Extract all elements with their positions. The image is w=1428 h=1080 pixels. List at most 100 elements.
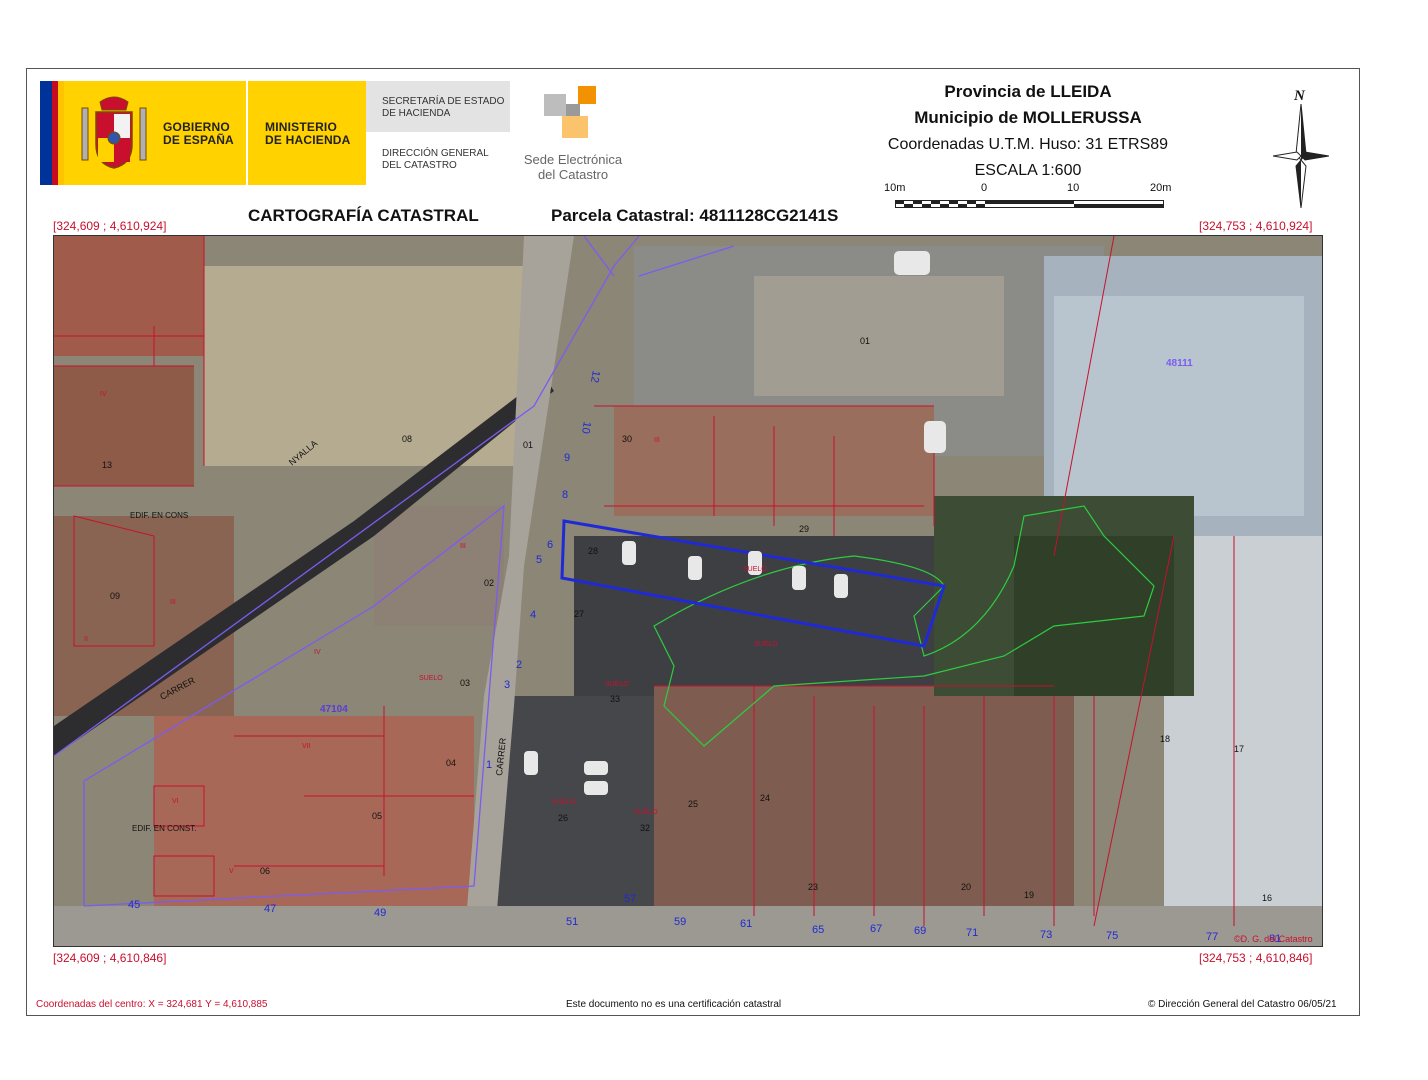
parcel-label: 01: [860, 336, 870, 346]
floor-label: VI: [172, 798, 179, 805]
floor-label: V: [229, 868, 234, 875]
suelo-label: SUELO: [634, 809, 658, 816]
parcel-label: 20: [961, 882, 971, 892]
parcel-id: Parcela Catastral: 4811128CG2141S: [551, 206, 839, 225]
scale-tick-10: 10: [1067, 182, 1080, 194]
scale-label: ESCALA 1:600: [974, 162, 1082, 179]
street-number: 69: [914, 925, 926, 937]
floor-label: II: [84, 636, 88, 643]
suelo-label: SUELO: [743, 566, 767, 573]
eu-flag-stripe: [40, 81, 52, 185]
street-number: 45: [128, 899, 140, 911]
sede-line-2: del Catastro: [537, 167, 609, 182]
footer-copyright: © Dirección General del Catastro 06/05/2…: [1148, 999, 1337, 1010]
street-number: 57: [624, 893, 636, 905]
street-number: 47: [264, 903, 276, 915]
suelo-label: SUELO: [552, 799, 576, 806]
corner-bottom-left: [324,609 ; 4,610,846]: [53, 951, 167, 965]
side-number: 4: [530, 609, 536, 621]
corner-top-left: [324,609 ; 4,610,924]: [53, 219, 167, 233]
center-coordinates: Coordenadas del centro: X = 324,681 Y = …: [36, 999, 268, 1010]
corner-top-right: [324,753 ; 4,610,924]: [1199, 219, 1313, 233]
parcel-label: 24: [760, 793, 770, 803]
suelo-label: SUELO: [754, 641, 778, 648]
cartography-title: CARTOGRAFÍA CATASTRAL: [248, 206, 479, 225]
parcel-label: 23: [808, 882, 818, 892]
secretariat-line-2: DE HACIENDA: [382, 108, 451, 119]
edif-label: EDIF. EN CONST.: [132, 824, 196, 833]
parcel-label: 04: [446, 758, 456, 768]
logo-separator: [246, 81, 248, 185]
coordinate-system: Coordenadas U.T.M. Huso: 31 ETRS89: [887, 136, 1169, 153]
floor-label: IV: [100, 391, 107, 398]
scale-tick-20m: 20m: [1150, 182, 1172, 194]
side-number: 2: [516, 659, 522, 671]
coat-of-arms-icon: [78, 94, 150, 177]
parcel-label: 02: [484, 578, 494, 588]
sede-electronica-label: Sede Electrónica del Catastro: [512, 152, 634, 182]
parcel-label: 27: [574, 609, 584, 619]
side-number: 9: [564, 452, 570, 464]
cadastral-map[interactable]: 48111 47104 01 30 29 28 27 33 02 03 04 0…: [53, 235, 1323, 947]
floor-label: III: [654, 437, 660, 444]
map-copyright: ©D. G. del Catastro: [1234, 934, 1313, 944]
municipality-title: Municipio de MOLLERUSSA: [914, 108, 1142, 127]
province-title: Provincia de LLEIDA: [944, 82, 1112, 101]
scale-bar: [895, 197, 1165, 215]
spain-flag-stripe: [52, 81, 64, 185]
block-label-48111: 48111: [1166, 358, 1193, 369]
floor-label: IV: [314, 649, 321, 656]
street-number: 73: [1040, 929, 1052, 941]
block-label-47104: 47104: [320, 704, 348, 715]
parcel-label: 05: [372, 811, 382, 821]
parcel-label: 01: [523, 440, 533, 450]
secretariat-line-1: SECRETARÍA DE ESTADO: [382, 96, 505, 107]
street-number: 61: [740, 918, 752, 930]
side-number: 3: [504, 679, 510, 691]
parcel-label: 16: [1262, 893, 1272, 903]
floor-label: III: [460, 543, 466, 550]
suelo-label: SUELO: [605, 681, 629, 688]
scale-tick-0: 0: [981, 182, 988, 194]
scale-tick-10m: 10m: [884, 182, 906, 194]
parcel-label: 13: [102, 460, 112, 470]
parcel-label: 03: [460, 678, 470, 688]
parcel-label: 08: [402, 434, 412, 444]
parcel-label: 18: [1160, 734, 1170, 744]
corner-bottom-right: [324,753 ; 4,610,846]: [1199, 951, 1313, 965]
side-number: 5: [536, 554, 542, 566]
parcel-label: 09: [110, 591, 120, 601]
street-number: 67: [870, 923, 882, 935]
side-number: 12: [588, 369, 602, 383]
parcel-label: 28: [588, 546, 598, 556]
parcel-label: 29: [799, 524, 809, 534]
parcel-label: 06: [260, 866, 270, 876]
gov-line-2: DE ESPAÑA: [163, 133, 234, 147]
street-number: 77: [1206, 931, 1218, 943]
floor-label: VII: [302, 743, 311, 750]
directorate-line-2: DEL CATASTRO: [382, 160, 457, 171]
parcel-label: 25: [688, 799, 698, 809]
side-number: 10: [579, 420, 593, 434]
suelo-label: SUELO: [419, 675, 443, 682]
street-number: 59: [674, 916, 686, 928]
parcel-label: 26: [558, 813, 568, 823]
sede-line-1: Sede Electrónica: [523, 152, 623, 167]
street-number: 65: [812, 924, 824, 936]
parcel-label: 17: [1234, 744, 1244, 754]
parcel-label: 32: [640, 823, 650, 833]
street-number: 75: [1106, 930, 1118, 942]
map-canvas: 48111 47104 01 30 29 28 27 33 02 03 04 0…: [54, 236, 1322, 946]
directorate-line-1: DIRECCIÓN GENERAL: [382, 148, 489, 159]
street-number: 49: [374, 907, 386, 919]
disclaimer: Este documento no es una certificación c…: [566, 999, 782, 1010]
catastro-logo-icon: [544, 86, 598, 145]
north-label: N: [1294, 88, 1305, 104]
side-number: 8: [562, 489, 568, 501]
parcel-label: 33: [610, 694, 620, 704]
side-number: 1: [486, 759, 492, 771]
side-number: 6: [547, 539, 553, 551]
north-arrow-icon: [1272, 103, 1330, 215]
edif-label: EDIF. EN CONS: [130, 511, 188, 520]
floor-label: III: [170, 599, 176, 606]
